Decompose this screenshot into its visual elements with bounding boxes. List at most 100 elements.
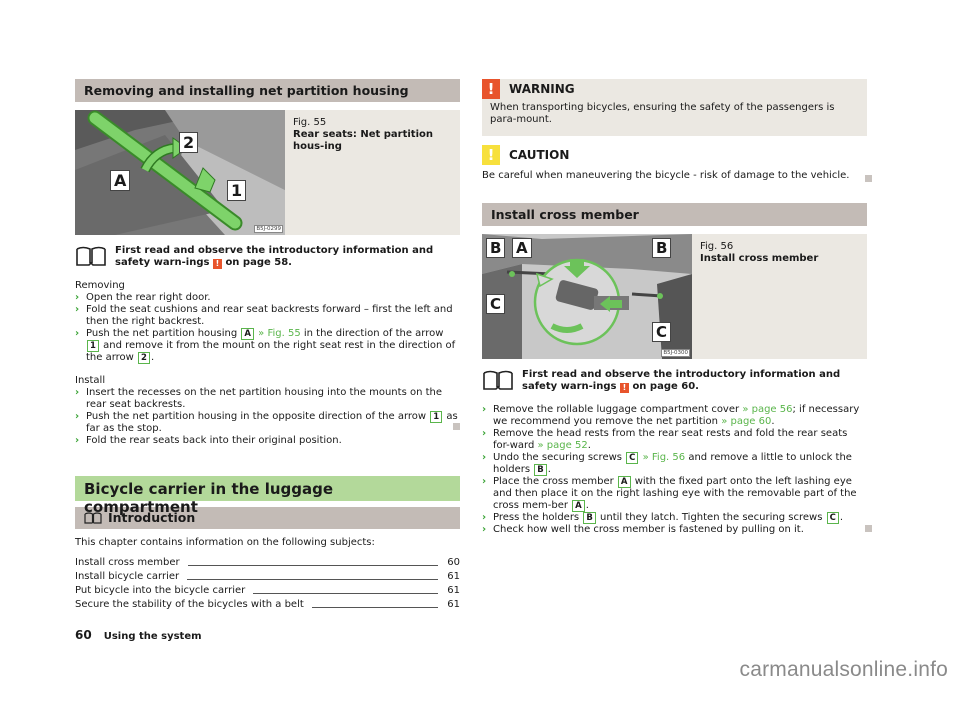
figure-ref-link[interactable]: » Fig. 56 bbox=[643, 452, 686, 463]
figure-label-b-left: B bbox=[486, 238, 506, 258]
chapter-title: Bicycle carrier in the luggage compartme… bbox=[75, 476, 460, 516]
figure-number: Fig. 55 bbox=[293, 117, 327, 128]
caution-icon: ! bbox=[482, 145, 500, 165]
left-column: Removing and installing net partition ho… bbox=[75, 79, 460, 611]
figure-56-image: B A C B C B5J-0300 bbox=[482, 234, 692, 359]
figure-code: B5J-0300 bbox=[661, 349, 690, 357]
warning-icon: ! bbox=[482, 79, 500, 99]
figure-label-1: 1 bbox=[227, 180, 247, 201]
read-first-note: First read and observe the introductory … bbox=[75, 245, 460, 269]
removing-heading: Removing bbox=[75, 280, 125, 291]
list-item: › Remove the rollable luggage compartment… bbox=[482, 404, 860, 427]
list-item: › Fold the seat cushions and rear seat ba… bbox=[75, 304, 453, 327]
figure-ref-link[interactable]: » Fig. 55 bbox=[258, 328, 301, 339]
chevron-right-icon: › bbox=[482, 428, 487, 439]
chevron-right-icon: › bbox=[75, 387, 80, 398]
figure-label-c-left: C bbox=[486, 294, 506, 314]
page-ref-link[interactable]: » page 60 bbox=[721, 416, 771, 427]
section-title-net-partition: Removing and installing net partition ho… bbox=[75, 79, 460, 102]
chevron-right-icon: › bbox=[75, 435, 80, 446]
table-of-contents: Install cross member 60 Install bicycle c… bbox=[75, 555, 460, 611]
key-label: B bbox=[534, 464, 547, 476]
list-item: › Undo the securing screws C » Fig. 56 an… bbox=[482, 452, 852, 476]
list-item: › Open the rear right door. bbox=[75, 292, 211, 303]
figure-label-b-right: B bbox=[652, 238, 672, 258]
list-item: › Push the net partition housing A » Fig.… bbox=[75, 328, 456, 364]
read-note-page-link[interactable]: on page 60. bbox=[632, 381, 699, 392]
install-heading: Install bbox=[75, 375, 106, 386]
list-item: › Check how well the cross member is fast… bbox=[482, 524, 804, 535]
warning-box: ! WARNING When transporting bicycles, en… bbox=[482, 79, 867, 136]
install-steps: › Remove the rollable luggage compartment… bbox=[482, 404, 867, 536]
figure-label-a: A bbox=[110, 170, 131, 191]
key-label: C bbox=[626, 452, 639, 464]
warning-mini-icon: ! bbox=[619, 383, 629, 393]
figure-caption: Fig. 56 Install cross member bbox=[692, 234, 826, 359]
page-number: 60 bbox=[75, 628, 92, 642]
warning-mini-icon: ! bbox=[212, 259, 222, 269]
figure-code: B5J-0299 bbox=[254, 225, 283, 233]
list-item: › Remove the head rests from the rear sea… bbox=[482, 428, 848, 451]
chevron-right-icon: › bbox=[75, 411, 80, 422]
chevron-right-icon: › bbox=[482, 476, 487, 487]
chevron-right-icon: › bbox=[75, 292, 80, 303]
read-first-note: First read and observe the introductory … bbox=[482, 369, 867, 393]
chevron-right-icon: › bbox=[482, 404, 487, 415]
section-title-cross-member: Install cross member bbox=[482, 203, 867, 226]
chevron-right-icon: › bbox=[482, 452, 487, 463]
figure-title: Rear seats: Net partition hous-ing bbox=[293, 129, 433, 152]
list-item: › Insert the recesses on the net partitio… bbox=[75, 387, 443, 410]
list-item: › Push the net partition housing in the o… bbox=[75, 411, 458, 434]
toc-entry[interactable]: Put bicycle into the bicycle carrier 61 bbox=[75, 583, 460, 597]
toc-entry[interactable]: Install cross member 60 bbox=[75, 555, 460, 569]
watermark: carmanualsonline.info bbox=[739, 658, 948, 681]
figure-title: Install cross member bbox=[700, 253, 819, 264]
key-label: C bbox=[826, 512, 839, 524]
page-ref-link[interactable]: » page 52 bbox=[538, 440, 588, 451]
caution-title: CAUTION bbox=[509, 148, 570, 162]
key-label: A bbox=[617, 476, 631, 488]
caution-block: ! CAUTION Be careful when maneuvering th… bbox=[482, 145, 867, 182]
introduction-lead: This chapter contains information on the… bbox=[75, 537, 375, 548]
introduction-title: Introduction bbox=[108, 510, 196, 525]
book-icon bbox=[84, 512, 102, 524]
key-label: A bbox=[241, 328, 254, 340]
introduction-header: Introduction bbox=[75, 507, 460, 529]
section-end-mark bbox=[865, 525, 872, 532]
book-icon bbox=[483, 370, 513, 390]
warning-text: When transporting bicycles, ensuring the… bbox=[490, 102, 835, 125]
list-item: › Press the holders B until they latch. T… bbox=[482, 512, 844, 524]
list-item: › Place the cross member A with the fixed… bbox=[482, 476, 857, 512]
key-label: 1 bbox=[430, 411, 443, 423]
net-partition-illustration bbox=[75, 110, 285, 235]
toc-entry[interactable]: Install bicycle carrier 61 bbox=[75, 569, 460, 583]
key-label: B bbox=[583, 512, 596, 524]
key-label: 1 bbox=[87, 340, 99, 352]
figure-55: A 2 1 B5J-0299 Fig. 55 Rear seats: Net p… bbox=[75, 110, 460, 235]
figure-56: B A C B C B5J-0300 Fig. 56 Install cross… bbox=[482, 234, 867, 359]
chevron-right-icon: › bbox=[75, 304, 80, 315]
read-note-page-link[interactable]: on page 58. bbox=[225, 257, 292, 268]
page-footer: 60 Using the system bbox=[75, 629, 202, 643]
chapter-name: Using the system bbox=[103, 631, 202, 642]
page-ref-link[interactable]: » page 56 bbox=[742, 404, 792, 415]
figure-caption: Fig. 55 Rear seats: Net partition hous-i… bbox=[285, 110, 460, 235]
book-icon bbox=[76, 246, 106, 266]
toc-entry[interactable]: Secure the stability of the bicycles wit… bbox=[75, 597, 460, 611]
right-column: ! WARNING When transporting bicycles, en… bbox=[482, 79, 872, 536]
list-item: › Fold the rear seats back into their ori… bbox=[75, 435, 342, 446]
chevron-right-icon: › bbox=[482, 512, 487, 523]
figure-label-c-right: C bbox=[652, 322, 672, 342]
section-end-mark bbox=[453, 423, 460, 430]
key-label: A bbox=[572, 500, 585, 512]
figure-label-2: 2 bbox=[179, 132, 199, 153]
chevron-right-icon: › bbox=[75, 328, 80, 339]
warning-title: WARNING bbox=[509, 82, 575, 96]
key-label: 2 bbox=[138, 352, 150, 364]
chevron-right-icon: › bbox=[482, 524, 487, 535]
caution-text: Be careful when maneuvering the bicycle … bbox=[482, 170, 850, 181]
figure-55-image: A 2 1 B5J-0299 bbox=[75, 110, 285, 235]
section-end-mark bbox=[865, 175, 872, 182]
figure-label-a: A bbox=[512, 238, 532, 258]
figure-number: Fig. 56 bbox=[700, 241, 734, 252]
